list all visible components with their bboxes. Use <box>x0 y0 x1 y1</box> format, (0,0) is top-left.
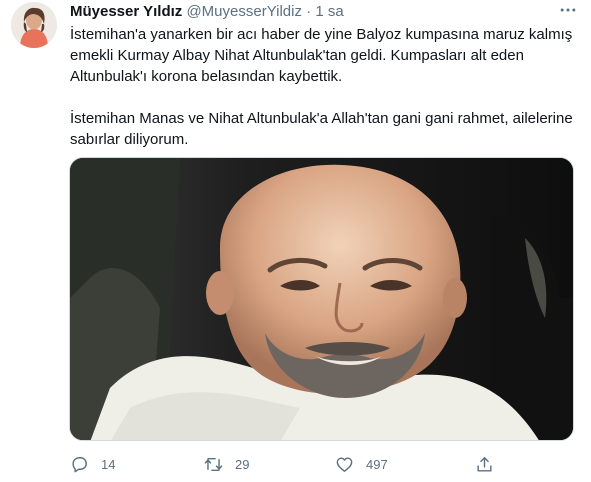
like-count: 497 <box>366 456 388 472</box>
retweet-count: 29 <box>235 456 250 472</box>
separator-dot: · <box>306 3 312 20</box>
tweet[interactable]: Müyesser Yıldız @MuyesserYildiz · 1 sa İ… <box>0 0 591 482</box>
tweet-text: İstemihan'a yanarken bir acı haber de yi… <box>70 24 580 150</box>
retweet-icon <box>204 457 223 471</box>
tweet-header: Müyesser Yıldız @MuyesserYildiz · 1 sa <box>70 3 344 21</box>
retweet-button[interactable]: 29 <box>204 452 249 476</box>
reply-icon <box>72 456 87 472</box>
tweet-photo[interactable] <box>69 157 574 441</box>
author-name[interactable]: Müyesser Yıldız <box>70 3 182 20</box>
like-icon <box>336 456 353 472</box>
tweet-text-paragraph-1: İstemihan'a yanarken bir acı haber de yi… <box>70 26 573 85</box>
avatar[interactable] <box>11 2 57 48</box>
reply-button[interactable]: 14 <box>70 452 115 476</box>
like-button[interactable]: 497 <box>335 452 388 476</box>
reply-count: 14 <box>101 456 116 472</box>
tweet-text-paragraph-2: İstemihan Manas ve Nihat Altunbulak'a Al… <box>70 110 573 148</box>
more-options-icon[interactable] <box>556 0 580 22</box>
author-handle[interactable]: @MuyesserYildiz <box>186 3 302 20</box>
tweet-timestamp[interactable]: 1 sa <box>315 3 343 20</box>
share-icon <box>477 456 492 472</box>
tweet-actions: 14 29 497 <box>70 452 510 476</box>
share-button[interactable] <box>475 452 494 476</box>
